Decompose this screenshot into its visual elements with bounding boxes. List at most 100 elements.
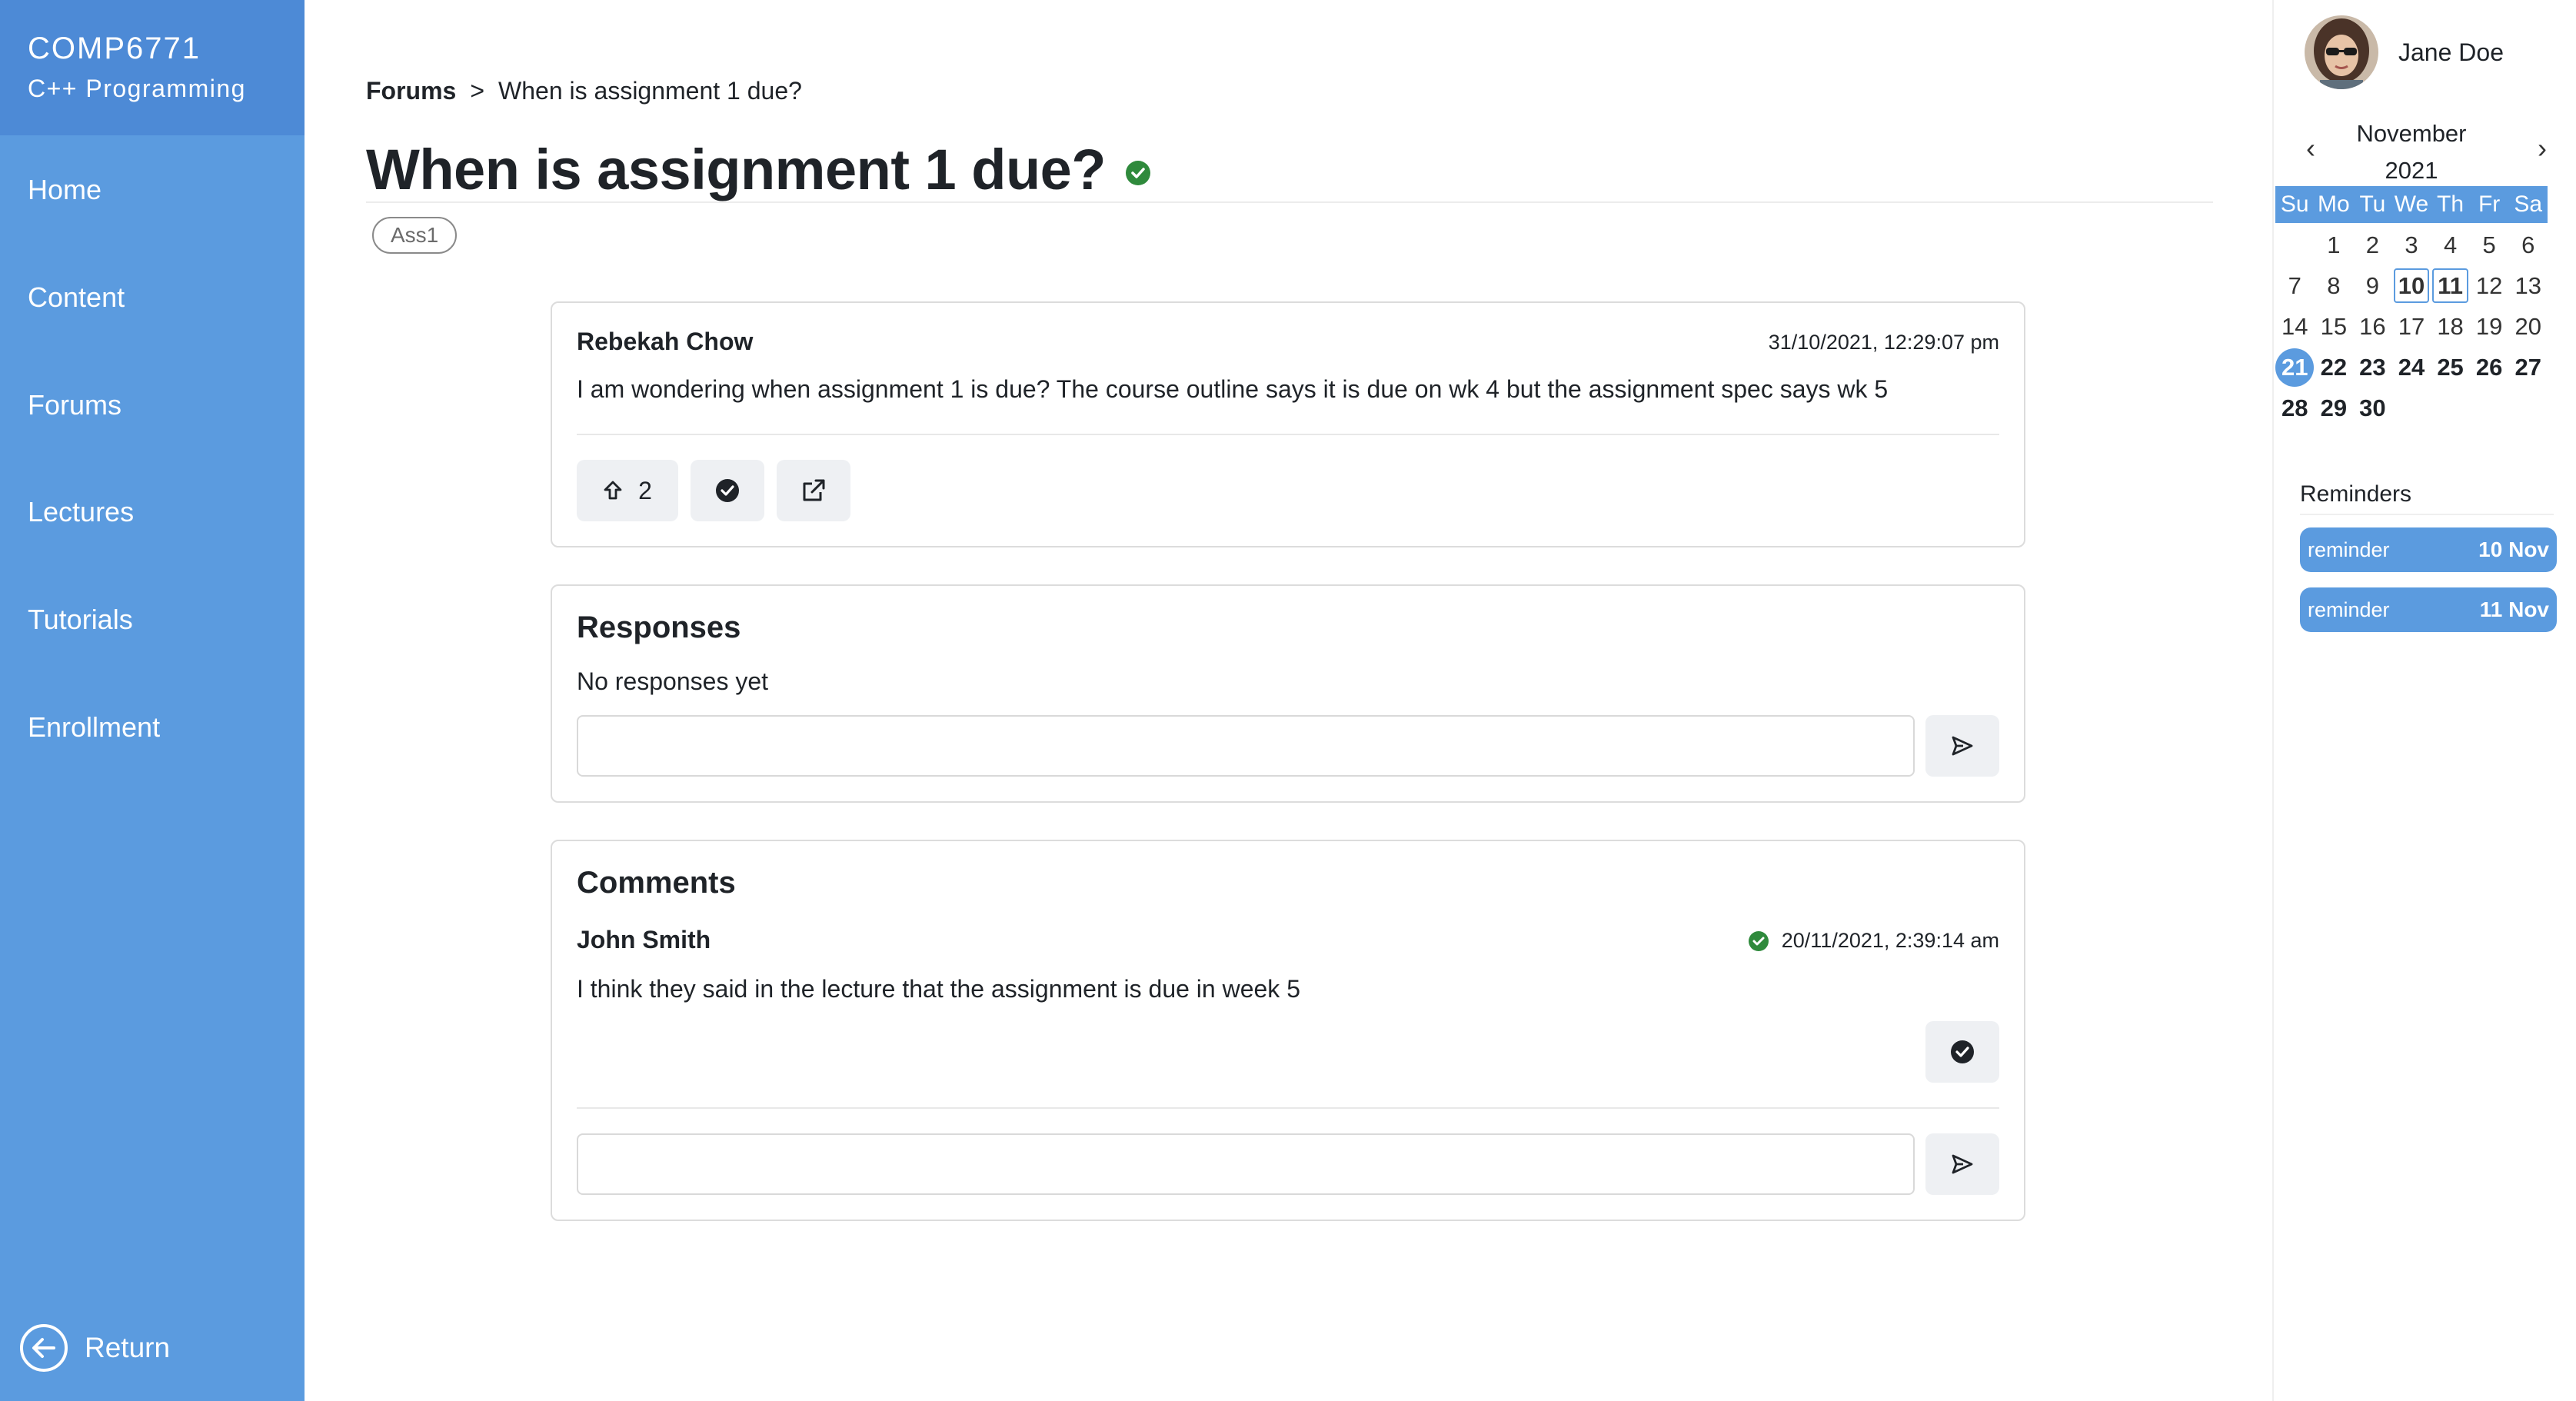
sidebar-item-lectures[interactable]: Lectures [28, 496, 134, 528]
calendar-day[interactable]: 2 [2353, 225, 2392, 265]
course-code: COMP6771 [28, 32, 201, 65]
endorse-comment-button[interactable] [1925, 1021, 1999, 1083]
calendar-day[interactable]: 6 [2508, 225, 2548, 265]
calendar-day[interactable]: 16 [2353, 306, 2392, 347]
calendar-day[interactable]: 20 [2508, 306, 2548, 347]
check-circle-icon [1126, 160, 1151, 185]
weekday-label: Tu [2359, 191, 2386, 217]
calendar-day[interactable]: 22 [2315, 347, 2354, 388]
post-author: Rebekah Chow [577, 328, 754, 355]
calendar-day[interactable]: 18 [2431, 306, 2470, 347]
course-header: COMP6771 C++ Programming [0, 0, 305, 135]
calendar-day[interactable]: 24 [2392, 347, 2431, 388]
post-tag[interactable]: Ass1 [372, 217, 458, 254]
reminders-title: Reminders [2300, 481, 2412, 507]
send-icon [1951, 1153, 1974, 1175]
calendar-day[interactable]: 8 [2315, 265, 2354, 306]
calendar-day[interactable]: 1 [2315, 225, 2354, 265]
calendar-grid: 1 2 3 4 5 6 7 8 9 10 11 12 13 14 15 16 17 18 19 20 21 22 23 24 2… [2275, 225, 2548, 428]
calendar-day[interactable]: 11 [2432, 268, 2468, 303]
calendar-header: ‹ November 2021 › [2274, 115, 2576, 185]
post-body: I am wondering when assignment 1 is due?… [577, 375, 1889, 403]
comment-input[interactable] [577, 1133, 1915, 1195]
calendar-day[interactable]: 23 [2353, 347, 2392, 388]
calendar-year: 2021 [2385, 157, 2438, 184]
calendar-day[interactable]: 14 [2275, 306, 2315, 347]
calendar-day[interactable]: 9 [2353, 265, 2392, 306]
breadcrumb-separator: > [470, 77, 485, 105]
post-title: When is assignment 1 due? [366, 138, 1107, 201]
calendar-day[interactable]: 15 [2315, 306, 2354, 347]
title-divider [366, 201, 2213, 203]
weekday-label: Mo [2318, 191, 2350, 217]
post-timestamp: 31/10/2021, 12:29:07 pm [1768, 331, 1999, 354]
send-response-button[interactable] [1925, 715, 1999, 777]
calendar-day[interactable]: 4 [2431, 225, 2470, 265]
arrow-up-icon [603, 480, 623, 501]
reminder-label: reminder [2308, 597, 2390, 621]
calendar-day[interactable]: 3 [2392, 225, 2431, 265]
comment-timestamp: 20/11/2021, 2:39:14 am [1781, 929, 1999, 952]
reminders-divider [2300, 514, 2554, 515]
return-button[interactable]: Return [20, 1324, 170, 1372]
mark-answered-button[interactable] [691, 460, 764, 521]
reminder-date: 11 Nov [2479, 597, 2549, 621]
calendar-day[interactable]: 12 [2470, 265, 2509, 306]
calendar-day[interactable]: 29 [2315, 388, 2354, 428]
responses-card: Responses No responses yet [551, 584, 2025, 803]
reminder-item[interactable]: reminder 10 Nov [2300, 527, 2557, 572]
upvote-count: 2 [638, 476, 652, 504]
reminder-item[interactable]: reminder 11 Nov [2300, 587, 2557, 632]
comment-author: John Smith [577, 926, 711, 953]
arrow-left-icon [20, 1324, 68, 1372]
comment-body: I think they said in the lecture that th… [577, 975, 1300, 1003]
sidebar-item-forums[interactable]: Forums [28, 389, 121, 421]
weekday-label: Su [2280, 191, 2309, 217]
breadcrumb: Forums > When is assignment 1 due? [366, 77, 802, 105]
calendar-month: November [2356, 120, 2467, 147]
calendar-day[interactable]: 17 [2392, 306, 2431, 347]
main-content: Forums > When is assignment 1 due? When … [305, 0, 2273, 1401]
calendar-day[interactable]: 21 [2275, 347, 2315, 388]
breadcrumb-current: When is assignment 1 due? [498, 77, 802, 105]
calendar-weekdays: Su Mo Tu We Th Fr Sa [2275, 186, 2548, 223]
check-circle-icon [1748, 930, 1769, 952]
send-icon [1951, 735, 1974, 757]
responses-empty-text: No responses yet [577, 667, 769, 695]
response-input[interactable] [577, 715, 1915, 777]
page-title: When is assignment 1 due? [366, 137, 1151, 202]
sidebar-item-home[interactable]: Home [28, 174, 102, 206]
weekday-label: Sa [2514, 191, 2543, 217]
sidebar: COMP6771 C++ Programming Home Content Fo… [0, 0, 305, 1401]
calendar-day[interactable]: 10 [2393, 268, 2430, 303]
user-name: Jane Doe [2398, 38, 2504, 66]
sidebar-item-content[interactable]: Content [28, 281, 125, 314]
reminder-date: 10 Nov [2478, 537, 2549, 561]
external-link-icon [800, 478, 827, 504]
upvote-button[interactable]: 2 [577, 460, 678, 521]
comment-timestamp-group: 20/11/2021, 2:39:14 am [1748, 929, 1999, 953]
avatar[interactable] [2305, 15, 2378, 89]
calendar-day[interactable]: 26 [2470, 347, 2509, 388]
calendar-day[interactable]: 27 [2508, 347, 2548, 388]
calendar-day[interactable]: 5 [2470, 225, 2509, 265]
sidebar-item-enrollment[interactable]: Enrollment [28, 711, 160, 744]
comments-card: Comments John Smith 20/11/2021, 2:39:14 … [551, 840, 2025, 1221]
chevron-right-icon[interactable]: › [2538, 132, 2547, 165]
responses-title: Responses [577, 611, 741, 644]
comments-divider [577, 1107, 1999, 1109]
calendar-day[interactable]: 13 [2508, 265, 2548, 306]
calendar-day[interactable]: 7 [2275, 265, 2315, 306]
share-button[interactable] [777, 460, 850, 521]
post-divider [577, 434, 1999, 435]
send-comment-button[interactable] [1925, 1133, 1999, 1195]
reminder-label: reminder [2308, 537, 2390, 561]
calendar-day[interactable]: 19 [2470, 306, 2509, 347]
sidebar-item-tutorials[interactable]: Tutorials [28, 604, 133, 636]
post-card: Rebekah Chow 31/10/2021, 12:29:07 pm I a… [551, 301, 2025, 547]
course-name: C++ Programming [28, 75, 246, 102]
calendar-day[interactable]: 25 [2431, 347, 2470, 388]
calendar-day[interactable]: 30 [2353, 388, 2392, 428]
breadcrumb-forums-link[interactable]: Forums [366, 77, 456, 105]
calendar-day[interactable]: 28 [2275, 388, 2315, 428]
